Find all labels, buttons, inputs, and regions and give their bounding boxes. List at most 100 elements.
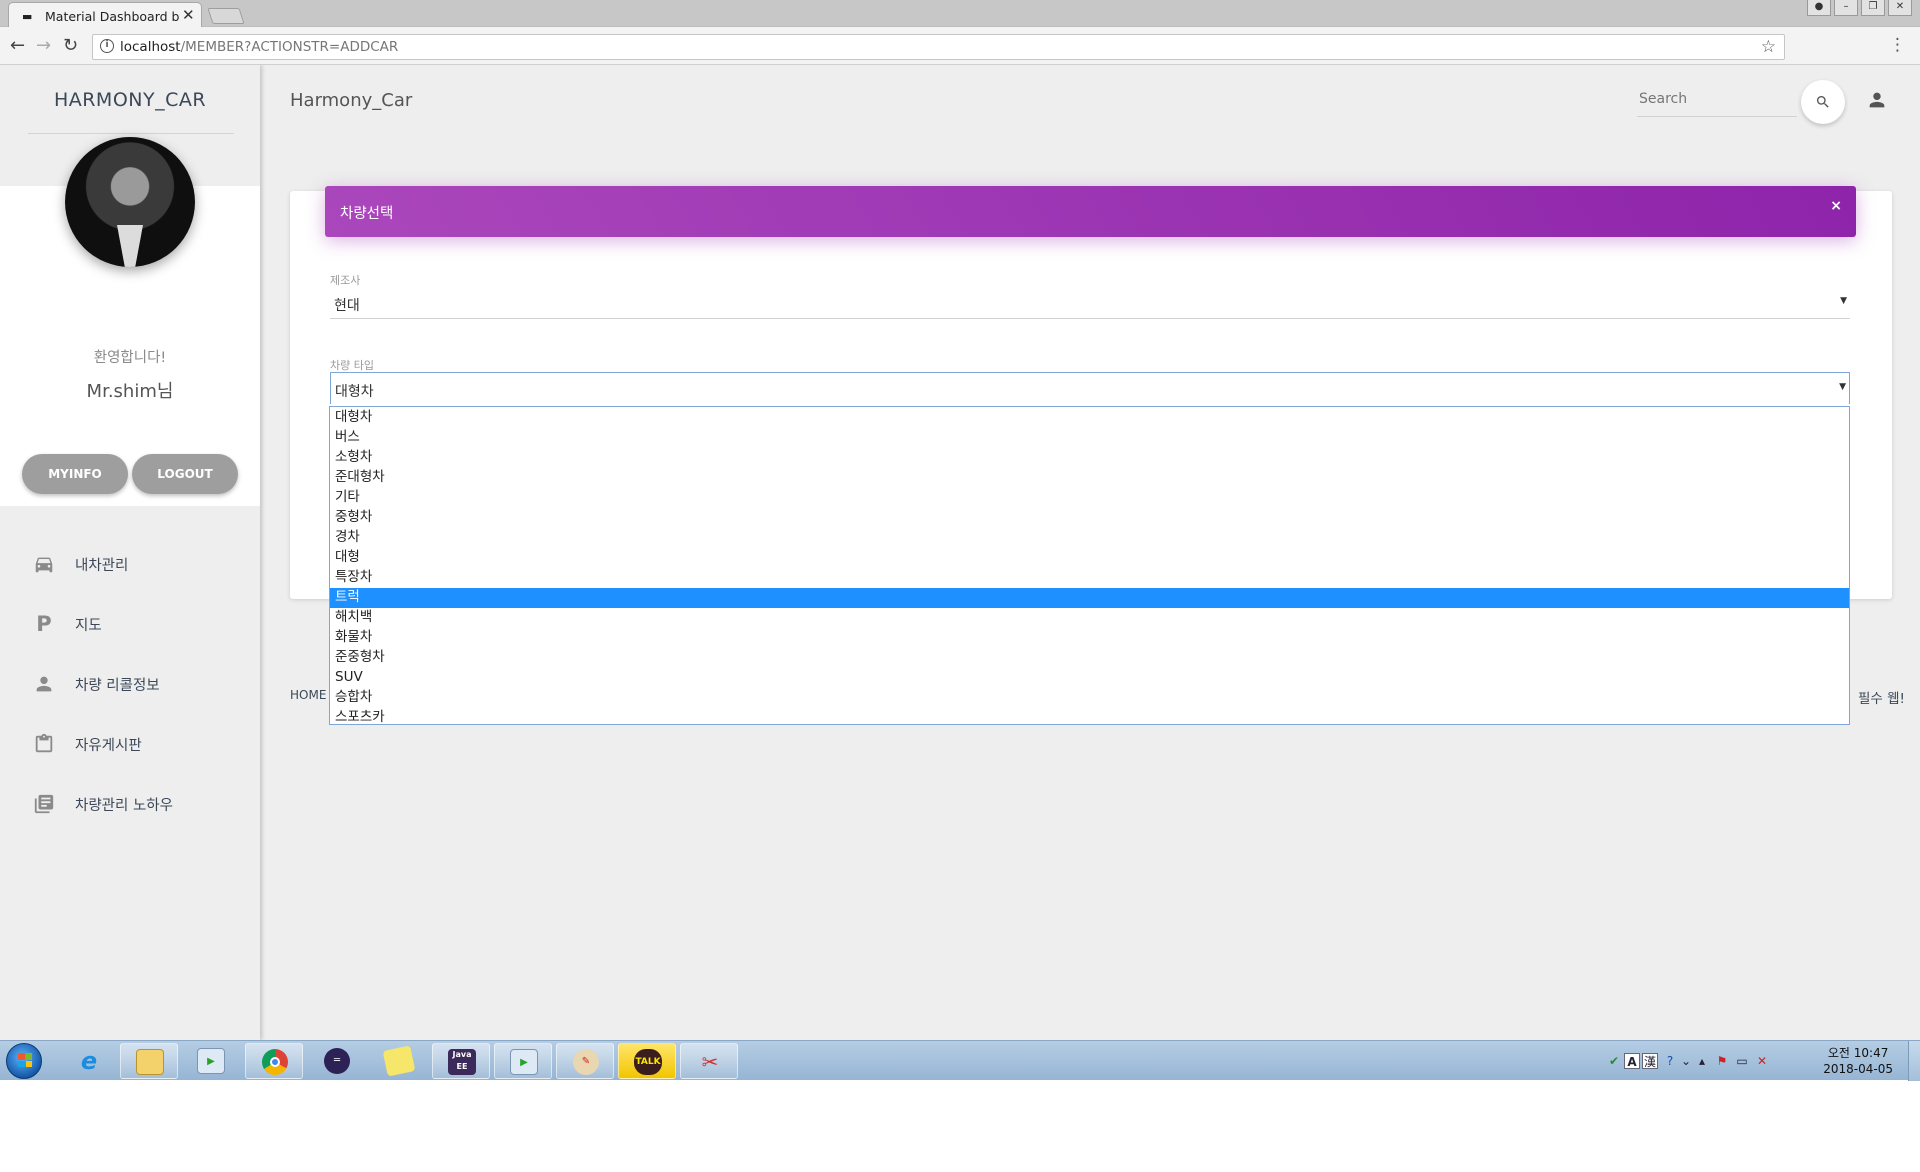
clipboard-icon (33, 733, 55, 755)
network-status-icon[interactable]: ✔ (1606, 1053, 1622, 1069)
dropdown-option[interactable]: 준대형차 (330, 468, 1849, 488)
type-value: 대형차 (335, 384, 374, 400)
notes-icon (382, 1045, 416, 1077)
dropdown-option[interactable]: 특장차 (330, 568, 1849, 588)
dropdown-option[interactable]: 중형차 (330, 508, 1849, 528)
ime-options-icon[interactable]: ⌄ (1678, 1053, 1694, 1069)
maker-label: 제조사 (330, 274, 361, 287)
kakaotalk-app[interactable]: TALK (618, 1043, 676, 1079)
dropdown-option[interactable]: 경차 (330, 528, 1849, 548)
paint-icon: ✎ (573, 1049, 599, 1075)
help-icon[interactable]: ? (1662, 1053, 1678, 1069)
dropdown-option[interactable]: 트럭 (330, 588, 1849, 608)
eclipse-icon: ═ (324, 1048, 350, 1074)
search-input[interactable] (1639, 91, 1789, 107)
clock[interactable]: 오전 10:47 2018-04-05 (1823, 1045, 1893, 1077)
show-desktop-button[interactable] (1908, 1041, 1920, 1081)
avatar (65, 137, 195, 267)
chrome-icon (262, 1049, 288, 1075)
car-icon (33, 553, 55, 575)
sidebar-item-my-car[interactable]: 내차관리 (0, 535, 260, 595)
paint-app[interactable]: ✎ (556, 1043, 614, 1079)
action-center-icon[interactable]: ⚑ (1714, 1053, 1730, 1069)
url-path: /MEMBER?ACTIONSTR=ADDCAR (180, 39, 399, 55)
search-button[interactable] (1801, 80, 1845, 124)
logout-button[interactable]: LOGOUT (132, 454, 238, 494)
minimize-icon[interactable]: – (1834, 0, 1858, 16)
sidebar-nav: 내차관리 P 지도 차량 리콜정보 자유게시판 차량관리 노하우 (0, 535, 260, 835)
chrome-app[interactable] (245, 1043, 303, 1079)
sidebar-item-knowhow[interactable]: 차량관리 노하우 (0, 775, 260, 835)
restore-icon[interactable]: ❐ (1861, 0, 1885, 16)
close-icon[interactable]: × (1830, 198, 1842, 214)
sidebar-item-label: 차량관리 노하우 (75, 798, 173, 814)
dropdown-option[interactable]: 화물차 (330, 628, 1849, 648)
new-tab-button[interactable] (207, 8, 245, 24)
tab-favicon-icon: ▬ (22, 10, 33, 23)
show-hidden-icons[interactable]: ▴ (1694, 1053, 1710, 1069)
address-bar: ← → ↻ i localhost/MEMBER?ACTIONSTR=ADDCA… (0, 27, 1920, 65)
browser-tab[interactable]: ▬ Material Dashboard by C ✕ (8, 2, 202, 28)
user-icon[interactable]: ● (1807, 0, 1831, 16)
dropdown-option[interactable]: 스포츠카 (330, 708, 1849, 728)
back-icon[interactable]: ← (10, 35, 25, 56)
start-button[interactable] (6, 1043, 42, 1079)
dropdown-option[interactable]: 버스 (330, 428, 1849, 448)
java-ee-app[interactable]: Java EE (432, 1043, 490, 1079)
snipping-tool-app[interactable]: ✂ (680, 1043, 738, 1079)
sticky-notes-app[interactable] (370, 1043, 428, 1079)
display-icon[interactable]: ▭ (1734, 1053, 1750, 1069)
navbar-brand[interactable]: Harmony_Car (290, 90, 412, 111)
maker-value: 현대 (334, 298, 360, 314)
library-books-icon (33, 793, 55, 815)
tab-close-icon[interactable]: ✕ (182, 6, 195, 24)
myinfo-button[interactable]: MYINFO (22, 454, 128, 494)
volume-muted-icon[interactable]: ✕ (1754, 1053, 1770, 1069)
clock-date: 2018-04-05 (1823, 1062, 1893, 1076)
search-icon (1817, 96, 1829, 108)
ime-hanja-icon[interactable]: 漢 (1642, 1053, 1658, 1069)
scissors-icon: ✂ (701, 1050, 719, 1074)
profile-button[interactable] (1866, 89, 1890, 113)
dropdown-option[interactable]: 기타 (330, 488, 1849, 508)
forward-icon[interactable]: → (36, 35, 51, 56)
explorer-app[interactable] (120, 1043, 178, 1079)
url-host: localhost (120, 39, 181, 55)
type-select[interactable]: 대형차 ▼ (330, 372, 1850, 404)
dropdown-option[interactable]: 소형차 (330, 448, 1849, 468)
sidebar-item-board[interactable]: 자유게시판 (0, 715, 260, 775)
sidebar-item-map[interactable]: P 지도 (0, 595, 260, 655)
clock-time: 오전 10:47 (1827, 1046, 1889, 1060)
dropdown-option[interactable]: 준중형차 (330, 648, 1849, 668)
media-app[interactable]: ▶ (182, 1043, 240, 1079)
browser-menu-icon[interactable]: ⋮ (1889, 35, 1906, 55)
talk-icon: TALK (634, 1049, 662, 1075)
media-app-2[interactable]: ▶ (494, 1043, 552, 1079)
card-title: 차량선택 (340, 206, 394, 222)
reload-icon[interactable]: ↻ (63, 35, 78, 56)
dropdown-option[interactable]: 승합차 (330, 688, 1849, 708)
dropdown-option[interactable]: SUV (330, 668, 1849, 688)
ime-a-icon[interactable]: A (1624, 1053, 1640, 1069)
ie-app[interactable]: e (60, 1043, 118, 1079)
dropdown-option[interactable]: 대형 (330, 548, 1849, 568)
sidebar-item-label: 지도 (75, 618, 102, 634)
windows-logo-icon (18, 1053, 32, 1067)
search-field (1637, 85, 1797, 117)
info-icon[interactable]: i (100, 39, 114, 53)
dropdown-option[interactable]: 대형차 (330, 408, 1849, 428)
dropdown-option[interactable]: 해치백 (330, 608, 1849, 628)
sidebar-item-label: 내차관리 (75, 558, 129, 574)
bookmark-star-icon[interactable]: ☆ (1761, 37, 1776, 57)
card-header: 차량선택 × (325, 186, 1856, 237)
footer-home-link[interactable]: HOME (290, 688, 326, 702)
person-icon (33, 673, 55, 695)
brand-logo-text[interactable]: HARMONY_CAR (0, 89, 260, 111)
sidebar-item-recall[interactable]: 차량 리콜정보 (0, 655, 260, 715)
url-input[interactable]: i localhost/MEMBER?ACTIONSTR=ADDCAR ☆ (92, 34, 1785, 60)
close-window-icon[interactable]: ✕ (1888, 0, 1912, 16)
sidebar: HARMONY_CAR 환영합니다! Mr.shim님 MYINFO LOGOU… (0, 65, 260, 1040)
eclipse-app[interactable]: ═ (308, 1043, 366, 1079)
maker-select[interactable]: 현대 ▼ (330, 287, 1850, 319)
username: Mr.shim님 (86, 381, 174, 402)
